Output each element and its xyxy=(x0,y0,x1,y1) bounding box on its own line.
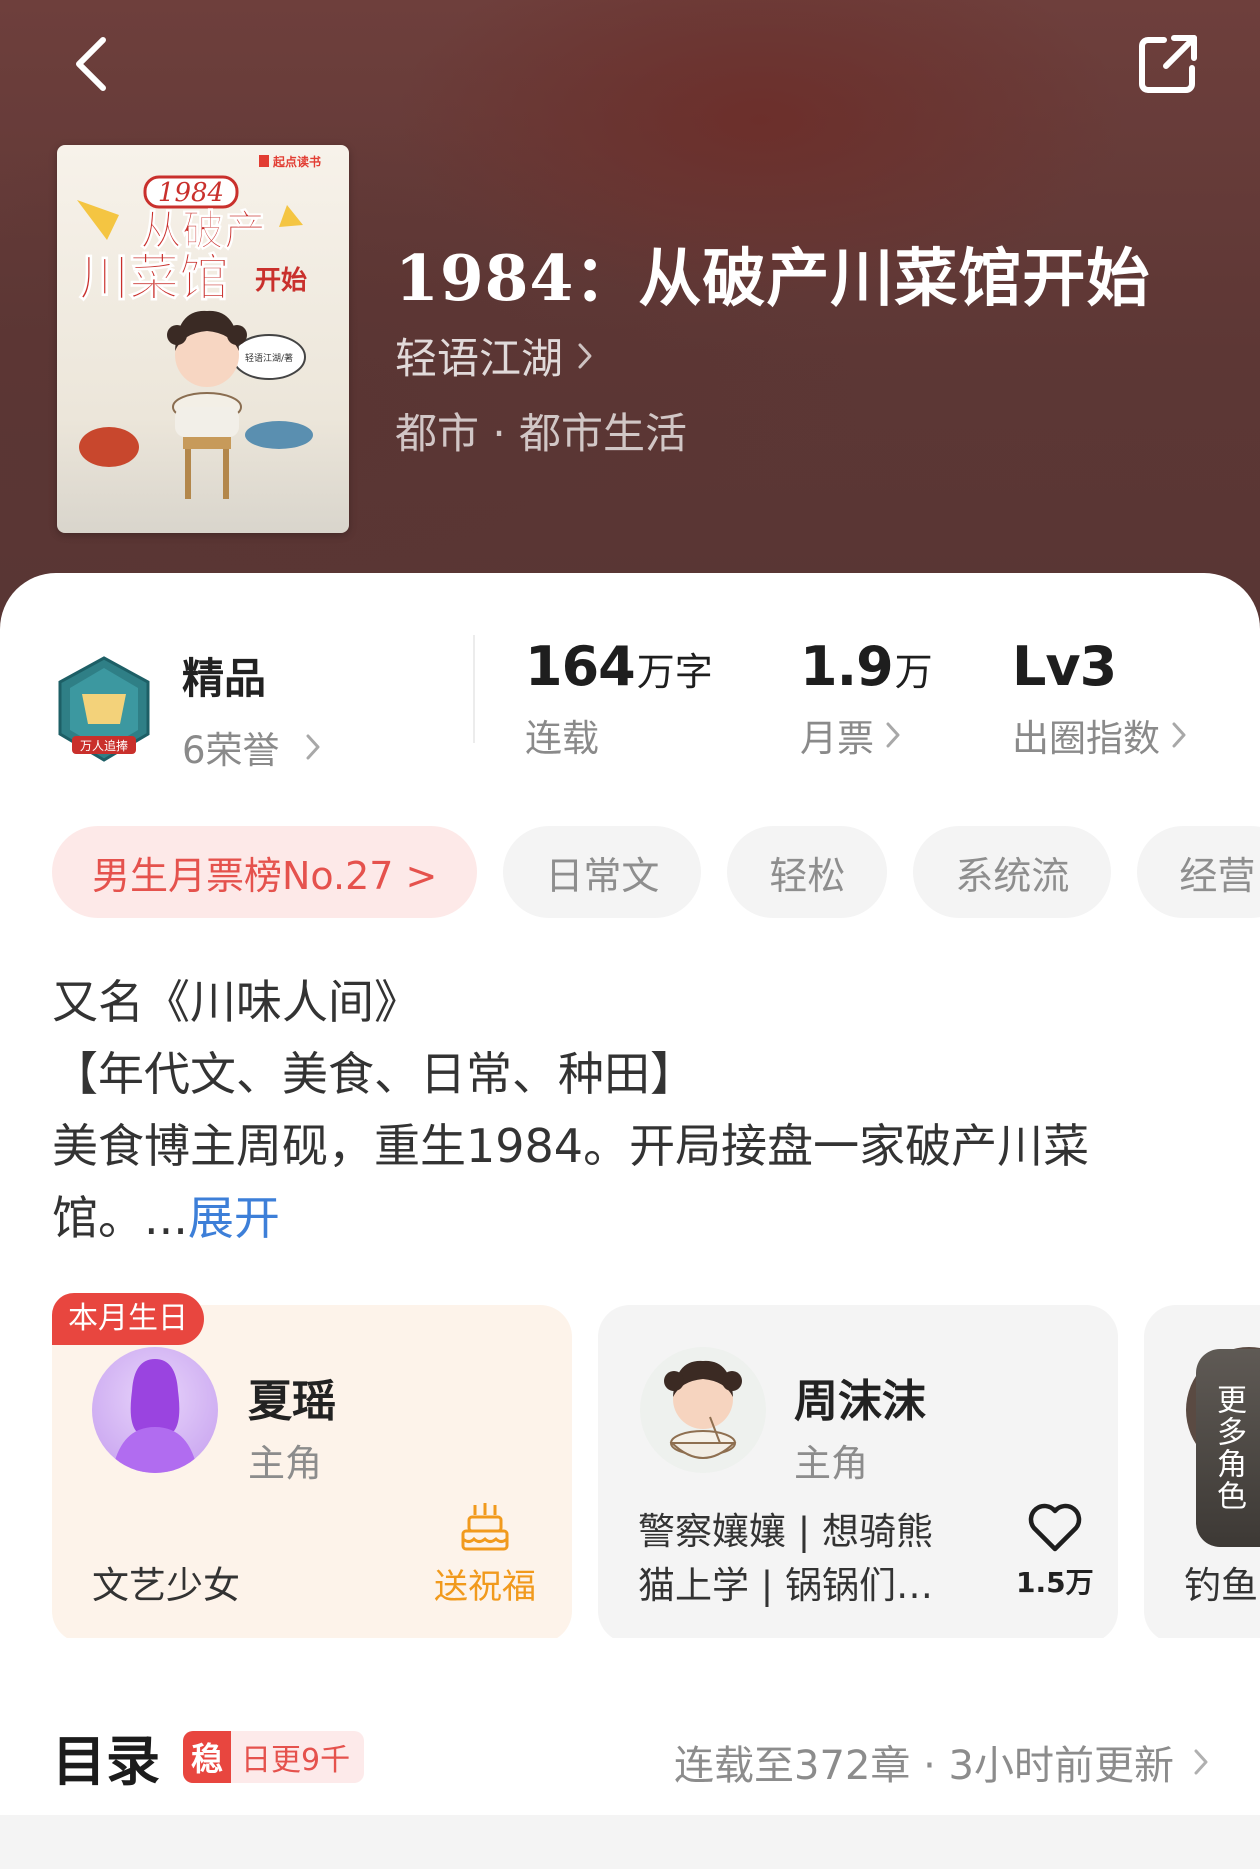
back-arrow-icon xyxy=(76,37,106,91)
popularity-index-value: Lv3 xyxy=(1012,635,1117,698)
avatar xyxy=(92,1347,218,1473)
tag-daily[interactable]: 日常文 xyxy=(503,826,702,918)
cover-line2: 从破产 xyxy=(140,206,266,255)
catalog-title: 目录 xyxy=(52,1730,160,1793)
character-card[interactable]: 周沫沫 主角 警察孃孃 | 想骑熊 猫上学 | 锅锅们… 1.5万 xyxy=(598,1305,1118,1638)
character-name: 夏瑶 xyxy=(248,1376,336,1427)
rank-tag[interactable]: 男生月票榜No.27 > xyxy=(52,826,478,918)
more-characters-button[interactable]: 更多角色 xyxy=(1196,1349,1260,1547)
character-tag: 文艺少女 xyxy=(92,1564,240,1607)
cover-author-stamp: 轻语江湖/著 xyxy=(245,352,293,364)
honor-badge-text: 万人追捧 xyxy=(80,738,128,753)
word-count-unit: 万字 xyxy=(636,650,713,694)
honor-title: 精品 xyxy=(182,654,267,703)
like-count: 1.5万 xyxy=(1016,1566,1094,1599)
book-detail-sheet: 万人追捧 精品 6荣誉 164万字 连载 1.9万 月票 Lv3 出圈指数 男生… xyxy=(0,573,1260,1869)
chevron-right-icon xyxy=(1194,1749,1208,1775)
catalog-status: 连载至372章 · 3小时前更新 xyxy=(674,1743,1174,1789)
character-role: 主角 xyxy=(794,1442,868,1485)
chevron-right-icon xyxy=(306,734,320,760)
character-card[interactable]: 夏瑶 主角 文艺少女 送祝福 xyxy=(52,1305,572,1638)
character-tag: 警察孃孃 | 想骑熊 xyxy=(638,1510,933,1553)
honor-entry[interactable]: 万人追捧 精品 6荣誉 xyxy=(52,645,320,774)
send-blessing-label: 送祝福 xyxy=(434,1567,536,1607)
monthly-ticket-unit: 万 xyxy=(894,650,933,694)
author-name: 轻语江湖 xyxy=(395,334,564,383)
tag-business[interactable]: 经营 xyxy=(1137,826,1260,918)
serial-status-label: 连载 xyxy=(525,717,599,760)
stable-stamp: 稳 xyxy=(183,1731,231,1783)
cover-year: 1984 xyxy=(158,178,224,208)
character-name: 周沫沫 xyxy=(794,1376,926,1427)
tag-system[interactable]: 系统流 xyxy=(913,826,1112,918)
section-divider xyxy=(0,1815,1260,1869)
character-portrait xyxy=(664,1360,742,1459)
intro-line: 美食博主周砚，重生1984。开局接盘一家破产川菜 xyxy=(52,1119,1090,1173)
chevron-right-icon xyxy=(1172,722,1186,748)
popularity-index-stat[interactable]: Lv3 出圈指数 xyxy=(1012,635,1186,762)
intro-line: 馆。... xyxy=(52,1191,188,1245)
expand-intro-link[interactable]: 展开 xyxy=(188,1191,280,1245)
monthly-ticket-label: 月票 xyxy=(800,717,874,760)
intro-line: 又名《川味人间》 xyxy=(52,975,420,1029)
book-genre: 都市 · 都市生活 xyxy=(395,409,688,458)
cake-icon xyxy=(461,1503,509,1551)
character-list: 本月生日 夏瑶 主角 文艺少女 送祝福 周沫沫 主角 警察孃孃 | 想骑熊 猫上… xyxy=(0,1293,1260,1638)
book-intro: 又名《川味人间》 【年代文、美食、日常、种田】 美食博主周砚，重生1984。开局… xyxy=(52,966,1212,1254)
author-link[interactable]: 轻语江湖 xyxy=(395,325,593,386)
word-count-stat: 164万字 连载 xyxy=(525,635,713,762)
stats-row: 万人追捧 精品 6荣誉 164万字 连载 1.9万 月票 Lv3 出圈指数 xyxy=(0,573,1260,773)
book-title: 1984：从破产川菜馆开始 xyxy=(395,241,1151,315)
popularity-index-label: 出圈指数 xyxy=(1012,717,1160,760)
catalog-entry[interactable]: 目录 稳 日更9千 连载至372章 · 3小时前更新 xyxy=(0,1693,1260,1793)
like-button[interactable]: 1.5万 xyxy=(1016,1503,1094,1601)
cover-line4: 开始 xyxy=(255,266,307,296)
person-silhouette-icon xyxy=(112,1359,198,1473)
back-button[interactable] xyxy=(55,28,127,100)
monthly-ticket-stat[interactable]: 1.9万 月票 xyxy=(800,635,933,762)
birthday-badge: 本月生日 xyxy=(52,1293,204,1345)
word-count-value: 164 xyxy=(525,635,636,698)
chevron-right-icon xyxy=(886,722,900,748)
send-blessing-button[interactable]: 送祝福 xyxy=(434,1501,536,1608)
avatar xyxy=(640,1347,766,1473)
share-icon xyxy=(1139,35,1197,93)
honor-badge-icon: 万人追捧 xyxy=(58,655,150,762)
character-tag: 猫上学 | 锅锅们… xyxy=(638,1564,933,1607)
character-role: 主角 xyxy=(248,1442,322,1485)
chevron-right-icon xyxy=(578,343,592,368)
book-header: 起点读书 1984 从破产 川菜馆 开始 轻语江湖/著 1984：从破产川菜馆开… xyxy=(0,0,1260,640)
heart-icon xyxy=(1028,1503,1082,1552)
cover-publisher: 起点读书 xyxy=(272,154,321,169)
share-button[interactable] xyxy=(1132,28,1204,100)
honor-count: 6荣誉 xyxy=(182,729,280,772)
character-tag: 钓鱼 xyxy=(1184,1564,1258,1607)
update-badge: 稳 日更9千 xyxy=(183,1731,365,1783)
cover-line3: 川菜馆 xyxy=(79,249,229,307)
daily-update-text: 日更9千 xyxy=(241,1743,351,1778)
cover-art: 起点读书 1984 从破产 川菜馆 开始 轻语江湖/著 xyxy=(77,154,321,499)
monthly-ticket-value: 1.9 xyxy=(800,635,894,698)
book-cover[interactable]: 起点读书 1984 从破产 川菜馆 开始 轻语江湖/著 xyxy=(57,145,349,533)
tag-relaxed[interactable]: 轻松 xyxy=(727,826,888,918)
tag-list: 男生月票榜No.27 > 日常文 轻松 系统流 经营 xyxy=(52,826,1260,918)
divider xyxy=(473,635,475,743)
intro-line: 【年代文、美食、日常、种田】 xyxy=(52,1047,696,1101)
